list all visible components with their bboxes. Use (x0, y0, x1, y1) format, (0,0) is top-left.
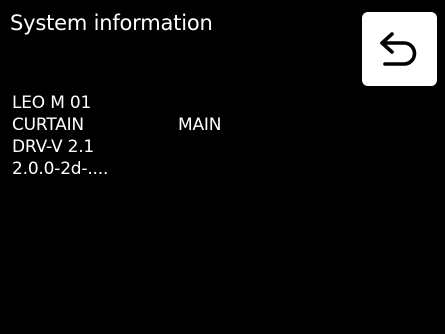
back-arrow-icon (379, 32, 416, 66)
page-title: System information (10, 11, 213, 35)
firmware-version-value: 2.0.0-2d-.... (12, 159, 109, 179)
info-list: LEO M 01 CURTAIN MAIN DRV-V 2.1 2.0.0-2d… (12, 92, 221, 180)
info-row-type: CURTAIN MAIN (12, 114, 221, 136)
device-role-value: MAIN (178, 115, 222, 135)
model-value: LEO M 01 (12, 93, 92, 113)
driver-version-value: DRV-V 2.1 (12, 137, 95, 157)
system-information-screen: System information LEO M 01 CURTAIN MAIN… (2, 0, 443, 332)
back-button[interactable] (362, 12, 437, 86)
info-row-firmware: 2.0.0-2d-.... (12, 158, 108, 180)
device-type-value: CURTAIN (12, 115, 84, 135)
info-row-model: LEO M 01 (12, 92, 108, 114)
info-row-driver: DRV-V 2.1 (12, 136, 108, 158)
